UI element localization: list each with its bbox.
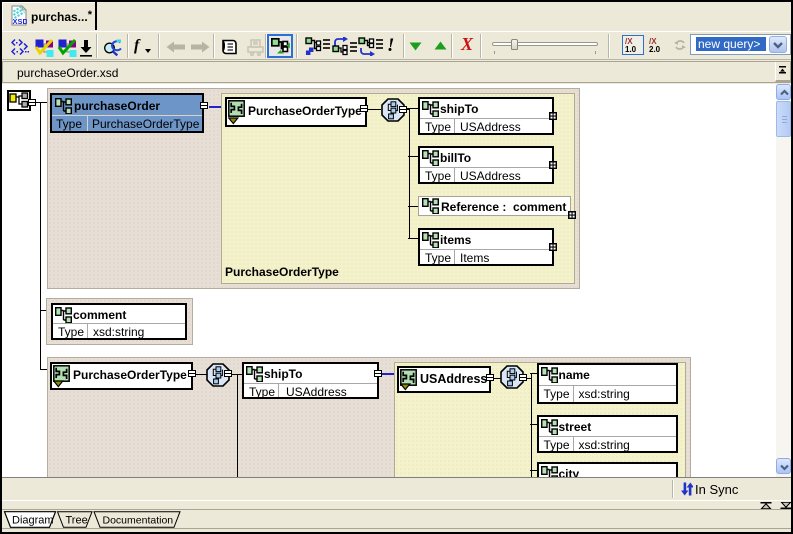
svg-text:2.0: 2.0 [649, 45, 661, 53]
svg-text:XSD: XSD [13, 17, 28, 26]
svg-text:1.0: 1.0 [625, 45, 637, 53]
svg-text:Documentation: Documentation [103, 515, 174, 527]
svg-text:Diagram: Diagram [12, 515, 54, 527]
svg-text:Tree: Tree [66, 515, 88, 527]
